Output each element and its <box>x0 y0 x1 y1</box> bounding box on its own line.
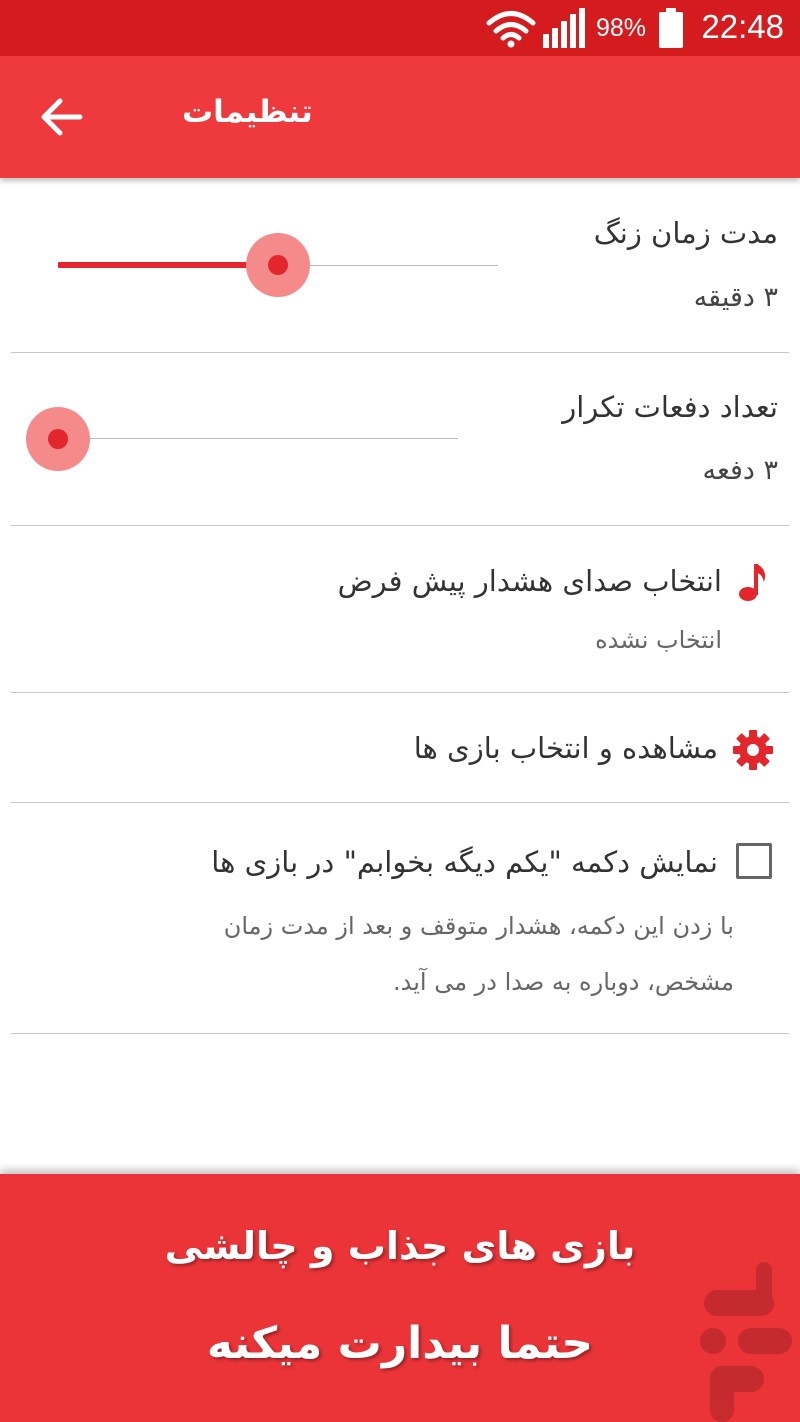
battery-percent: 98% <box>596 14 647 42</box>
divider <box>11 352 789 353</box>
games-label: مشاهده و انتخاب بازی ها <box>413 731 718 765</box>
store-logo-icon <box>700 1262 792 1422</box>
snooze-label: نمایش دکمه "یکم دیگه بخوابم" در بازی ها <box>211 845 718 879</box>
repeat-count-value: ۳ دفعه <box>702 455 778 486</box>
slider-track <box>58 438 458 439</box>
banner-line-2: حتما بیدارت میکنه <box>206 1318 594 1369</box>
page-title: تنظیمات <box>182 94 313 130</box>
clock: 22:48 <box>701 8 784 45</box>
repeat-count-label: تعداد دفعات تکرار <box>562 390 778 424</box>
slider-thumb[interactable] <box>26 407 90 471</box>
slider-fill <box>58 262 278 268</box>
music-note-icon <box>739 564 766 601</box>
promo-banner: بازی های جذاب و چالشی حتما بیدارت میکنه <box>0 1174 800 1422</box>
ring-duration-value: ۳ دقیقه <box>693 282 778 313</box>
wifi-icon <box>486 11 536 48</box>
snooze-checkbox[interactable] <box>736 843 772 879</box>
divider <box>11 692 789 693</box>
status-bar: 98% 22:48 <box>0 0 800 56</box>
divider <box>11 802 789 803</box>
banner-line-1: بازی های جذاب و چالشی <box>164 1224 636 1268</box>
snooze-description-line2: مشخص، دوباره به صدا در می آید. <box>392 968 734 996</box>
alarm-sound-value: انتخاب نشده <box>595 626 722 654</box>
toolbar: تنظیمات <box>0 56 800 178</box>
divider <box>11 1033 789 1034</box>
slider-thumb[interactable] <box>246 233 310 297</box>
signal-icon <box>543 8 585 48</box>
snooze-description-line1: با زدن این دکمه، هشدار متوقف و بعد از مد… <box>223 912 734 940</box>
gear-icon <box>733 730 773 770</box>
divider <box>11 525 789 526</box>
arrow-left-icon[interactable] <box>32 92 90 142</box>
ring-duration-label: مدت زمان زنگ <box>593 216 778 250</box>
alarm-sound-label: انتخاب صدای هشدار پیش فرض <box>337 564 722 598</box>
battery-icon <box>659 8 683 48</box>
